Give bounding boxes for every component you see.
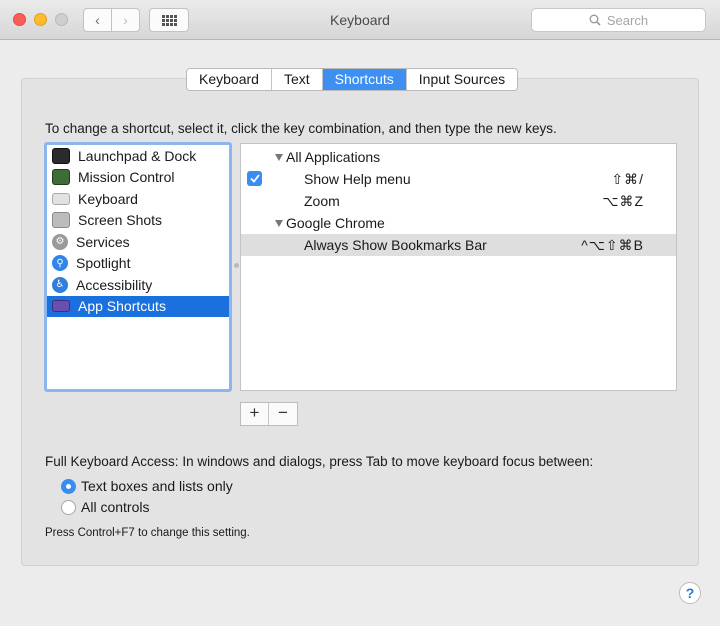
- category-label: Mission Control: [78, 169, 175, 186]
- services-gear-icon: ⚙: [52, 233, 68, 250]
- category-label: Spotlight: [76, 255, 131, 272]
- category-label: Accessibility: [76, 276, 153, 293]
- category-keyboard[interactable]: Keyboard: [47, 188, 229, 210]
- shortcut-keys[interactable]: ⇧⌘/: [611, 171, 644, 188]
- category-app-shortcuts[interactable]: App Shortcuts: [47, 295, 229, 317]
- full-keyboard-access-label: Full Keyboard Access: In windows and dia…: [45, 454, 594, 469]
- shortcut-row-zoom[interactable]: Zoom ⌥⌘Z: [241, 190, 676, 212]
- title-bar: ‹ › Keyboard Search: [0, 0, 720, 40]
- shortcut-label: Show Help menu: [304, 171, 411, 187]
- checkmark-icon: [249, 174, 260, 183]
- remove-shortcut-button[interactable]: −: [269, 403, 297, 425]
- category-spotlight[interactable]: ⚲ Spotlight: [47, 253, 229, 275]
- category-launchpad-dock[interactable]: Launchpad & Dock: [47, 145, 229, 167]
- tab-text[interactable]: Text: [271, 69, 323, 90]
- keyboard-icon: [52, 192, 70, 205]
- group-label: Google Chrome: [286, 215, 385, 231]
- accessibility-icon: ♿: [52, 276, 68, 293]
- shortcut-label: Always Show Bookmarks Bar: [304, 237, 487, 253]
- launchpad-dock-icon: [52, 147, 70, 164]
- shortcut-keys[interactable]: ⌥⌘Z: [602, 193, 644, 210]
- search-field[interactable]: Search: [531, 8, 706, 32]
- search-placeholder: Search: [606, 12, 649, 28]
- radio-button[interactable]: [61, 499, 76, 515]
- keyboard-access-note: Press Control+F7 to change this setting.: [45, 527, 250, 539]
- category-mission-control[interactable]: Mission Control: [47, 167, 229, 189]
- group-row-google-chrome[interactable]: Google Chrome: [241, 212, 676, 234]
- add-shortcut-button[interactable]: +: [241, 403, 269, 425]
- shortcuts-list[interactable]: All Applications Show Help menu ⇧⌘/ Zoom…: [240, 143, 677, 391]
- radio-label: All controls: [81, 499, 150, 515]
- split-view-divider-handle[interactable]: [234, 263, 239, 268]
- category-services[interactable]: ⚙ Services: [47, 231, 229, 253]
- shortcut-row-always-show-bookmarks-bar[interactable]: Always Show Bookmarks Bar ^⌥⇧⌘B: [241, 234, 676, 256]
- group-label: All Applications: [286, 149, 381, 165]
- search-icon: [589, 14, 601, 26]
- spotlight-icon: ⚲: [52, 255, 68, 272]
- tab-bar: Keyboard Text Shortcuts Input Sources: [186, 68, 519, 91]
- add-remove-control: + −: [240, 402, 298, 426]
- category-screen-shots[interactable]: Screen Shots: [47, 210, 229, 232]
- radio-text-boxes-and-lists-only[interactable]: Text boxes and lists only: [61, 478, 233, 494]
- category-label: App Shortcuts: [78, 298, 166, 315]
- mission-control-icon: [52, 169, 70, 186]
- tab-shortcuts[interactable]: Shortcuts: [322, 69, 407, 90]
- tab-input-sources[interactable]: Input Sources: [406, 69, 518, 90]
- category-label: Services: [76, 233, 130, 250]
- category-list[interactable]: Launchpad & Dock Mission Control Keyboar…: [44, 142, 232, 392]
- tab-keyboard[interactable]: Keyboard: [187, 69, 272, 90]
- screen-shots-icon: [52, 212, 70, 229]
- radio-label: Text boxes and lists only: [81, 478, 233, 494]
- disclosure-triangle-icon[interactable]: [275, 154, 283, 161]
- group-row-all-applications[interactable]: All Applications: [241, 146, 676, 168]
- category-label: Keyboard: [78, 190, 138, 207]
- shortcut-enabled-checkbox[interactable]: [247, 171, 262, 186]
- radio-button-selected[interactable]: [61, 478, 76, 494]
- help-button[interactable]: ?: [679, 582, 701, 604]
- disclosure-triangle-icon[interactable]: [275, 220, 283, 227]
- category-label: Screen Shots: [78, 212, 163, 229]
- category-label: Launchpad & Dock: [78, 147, 197, 164]
- radio-all-controls[interactable]: All controls: [61, 499, 149, 515]
- shortcut-row-show-help-menu[interactable]: Show Help menu ⇧⌘/: [241, 168, 676, 190]
- shortcut-label: Zoom: [304, 193, 340, 209]
- category-accessibility[interactable]: ♿ Accessibility: [47, 274, 229, 296]
- shortcut-keys[interactable]: ^⌥⇧⌘B: [581, 237, 644, 254]
- app-shortcuts-icon: [52, 300, 70, 313]
- instruction-text: To change a shortcut, select it, click t…: [45, 121, 557, 136]
